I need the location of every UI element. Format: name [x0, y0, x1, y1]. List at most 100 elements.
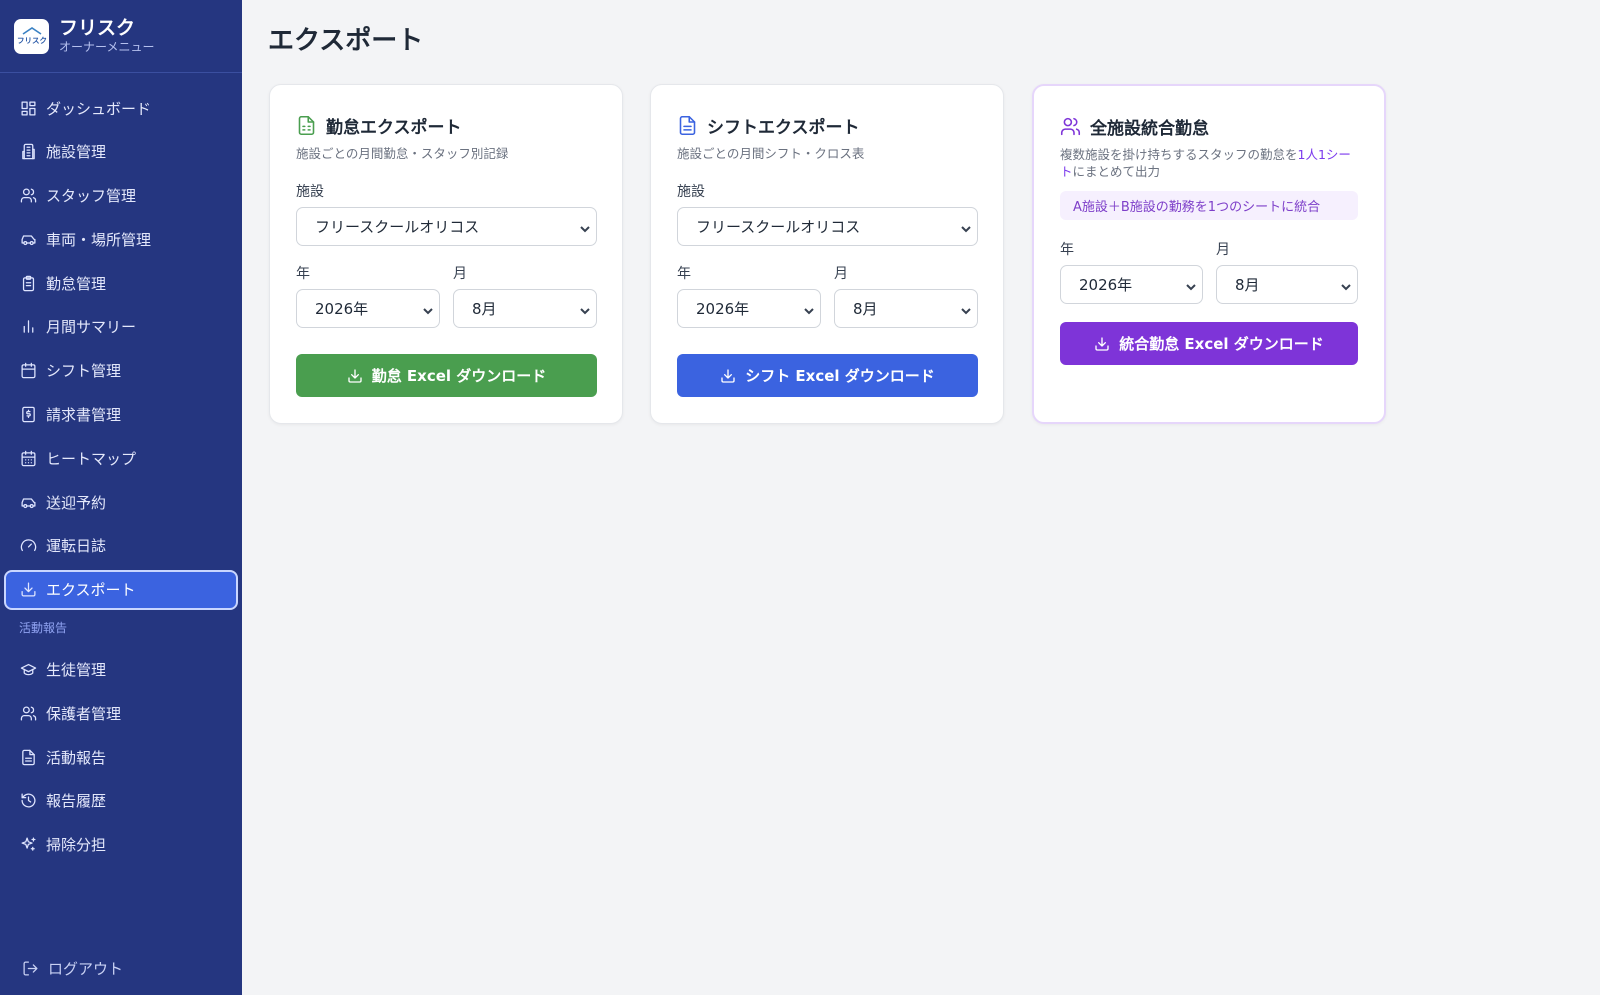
download-icon	[1095, 336, 1109, 351]
sidebar-item-label: ダッシュボード	[46, 99, 152, 118]
sidebar-item-heatmap[interactable]: ヒートマップ	[4, 438, 238, 478]
year-select[interactable]: 2026年	[1060, 265, 1203, 304]
sidebar-item-shifts[interactable]: シフト管理	[4, 351, 238, 391]
page-title: エクスポート	[268, 26, 424, 56]
card-description: 複数施設を掛け持ちするスタッフの勤怠を1人1シートにまとめて出力	[1060, 146, 1356, 180]
sidebar-item-label: 車両・場所管理	[46, 230, 152, 249]
sidebar-item-label: 施設管理	[46, 143, 107, 162]
combined-attendance-card: 全施設統合勤怠 複数施設を掛け持ちするスタッフの勤怠を1人1シートにまとめて出力…	[1032, 84, 1386, 424]
year-select-value: 2026年	[1079, 276, 1133, 294]
sidebar-item-label: 掃除分担	[46, 836, 107, 855]
dashboard-icon	[19, 99, 37, 117]
card-title: シフトエクスポート	[707, 118, 860, 138]
button-label: シフト Excel ダウンロード	[745, 367, 935, 385]
graduation-cap-icon	[19, 661, 37, 679]
sidebar-item-label: 運転日誌	[46, 537, 107, 556]
sidebar-item-attendance[interactable]: 勤怠管理	[4, 263, 238, 303]
sidebar-nav: ダッシュボード 施設管理 スタッフ管理 車両・場所管理 勤怠管理 月間サマリー …	[0, 88, 242, 869]
year-select-value: 2026年	[696, 300, 750, 318]
month-select-value: 8月	[853, 300, 878, 318]
month-select-value: 8月	[472, 300, 497, 318]
sidebar-item-export[interactable]: エクスポート	[4, 569, 238, 610]
year-select[interactable]: 2026年	[296, 289, 440, 328]
history-icon	[19, 792, 37, 810]
card-title: 勤怠エクスポート	[326, 118, 462, 138]
sidebar-item-label: 保護者管理	[46, 704, 122, 723]
chevron-down-icon	[803, 303, 815, 315]
card-title: 全施設統合勤怠	[1090, 119, 1209, 139]
year-label: 年	[1060, 242, 1074, 258]
logout-icon	[23, 961, 38, 976]
calendar-grid-icon	[19, 449, 37, 467]
facility-select[interactable]: フリースクールオリコス	[677, 207, 978, 246]
facility-select[interactable]: フリースクールオリコス	[296, 207, 597, 246]
facility-select-value: フリースクールオリコス	[315, 218, 480, 236]
calendar-icon	[19, 362, 37, 380]
year-select-value: 2026年	[315, 300, 369, 318]
sidebar-item-facilities[interactable]: 施設管理	[4, 132, 238, 172]
sidebar: フリスク フリスク オーナーメニュー ダッシュボード 施設管理 スタッフ管理 車…	[0, 0, 242, 995]
logout-label: ログアウト	[48, 960, 124, 978]
building-icon	[19, 143, 37, 161]
month-label: 月	[1216, 242, 1230, 258]
chevron-down-icon	[422, 303, 434, 315]
sidebar-item-label: スタッフ管理	[46, 187, 137, 206]
sidebar-item-pickup-booking[interactable]: 送迎予約	[4, 482, 238, 522]
button-label: 勤怠 Excel ダウンロード	[371, 367, 547, 385]
facility-label: 施設	[296, 184, 324, 200]
sidebar-item-label: 勤怠管理	[46, 274, 107, 293]
chevron-down-icon	[960, 303, 972, 315]
sidebar-item-driving-log[interactable]: 運転日誌	[4, 526, 238, 566]
car-icon	[19, 230, 37, 248]
button-label: 統合勤怠 Excel ダウンロード	[1119, 335, 1324, 353]
sidebar-item-dashboard[interactable]: ダッシュボード	[4, 88, 238, 128]
sidebar-item-guardians[interactable]: 保護者管理	[4, 693, 238, 733]
logout-button[interactable]: ログアウト	[22, 958, 123, 979]
sidebar-item-label: 月間サマリー	[46, 318, 137, 337]
month-label: 月	[834, 266, 848, 282]
shift-export-card: シフトエクスポート 施設ごとの月間シフト・クロス表 施設 フリースクールオリコス…	[650, 84, 1004, 424]
month-select[interactable]: 8月	[1216, 265, 1358, 304]
download-icon	[19, 581, 37, 599]
brand-name: フリスク	[59, 17, 136, 39]
sidebar-item-label: 送迎予約	[46, 493, 107, 512]
month-select[interactable]: 8月	[453, 289, 597, 328]
chevron-down-icon	[960, 221, 972, 233]
combined-excel-download-button[interactable]: 統合勤怠 Excel ダウンロード	[1060, 322, 1358, 365]
sidebar-section-label: 活動報告	[19, 621, 68, 636]
sidebar-item-vehicles[interactable]: 車両・場所管理	[4, 219, 238, 259]
sparkles-icon	[19, 836, 37, 854]
sidebar-item-label: 生徒管理	[46, 661, 107, 680]
sidebar-item-report-history[interactable]: 報告履歴	[4, 781, 238, 821]
attendance-export-card: 勤怠エクスポート 施設ごとの月間勤怠・スタッフ別記録 施設 フリースクールオリコ…	[269, 84, 623, 424]
shift-excel-download-button[interactable]: シフト Excel ダウンロード	[677, 354, 978, 397]
description-text: にまとめて出力	[1072, 164, 1161, 179]
sidebar-item-activity-reports[interactable]: 活動報告	[4, 737, 238, 777]
sidebar-item-invoices[interactable]: 請求書管理	[4, 395, 238, 435]
document-icon	[679, 115, 696, 136]
download-icon	[348, 368, 362, 383]
attendance-excel-download-button[interactable]: 勤怠 Excel ダウンロード	[296, 354, 597, 397]
year-label: 年	[296, 266, 310, 282]
chevron-down-icon	[579, 221, 591, 233]
info-note: A施設＋B施設の勤務を1つのシートに統合	[1060, 191, 1358, 220]
year-select[interactable]: 2026年	[677, 289, 821, 328]
invoice-icon	[19, 406, 37, 424]
bar-chart-icon	[19, 318, 37, 336]
spreadsheet-icon	[298, 115, 315, 136]
sidebar-item-monthly-summary[interactable]: 月間サマリー	[4, 307, 238, 347]
brand-header: フリスク フリスク オーナーメニュー	[0, 0, 242, 73]
sidebar-item-cleaning-duty[interactable]: 掃除分担	[4, 825, 238, 865]
sidebar-item-students[interactable]: 生徒管理	[4, 650, 238, 690]
users-icon	[19, 187, 37, 205]
month-select[interactable]: 8月	[834, 289, 978, 328]
sidebar-item-label: 請求書管理	[46, 406, 122, 425]
svg-text:フリスク: フリスク	[17, 35, 47, 45]
year-label: 年	[677, 266, 691, 282]
download-icon	[721, 368, 735, 383]
sidebar-item-label: シフト管理	[46, 362, 122, 381]
sidebar-item-staff[interactable]: スタッフ管理	[4, 176, 238, 216]
sidebar-item-label: エクスポート	[46, 581, 136, 600]
chevron-down-icon	[1185, 279, 1197, 291]
chevron-down-icon	[1340, 279, 1352, 291]
